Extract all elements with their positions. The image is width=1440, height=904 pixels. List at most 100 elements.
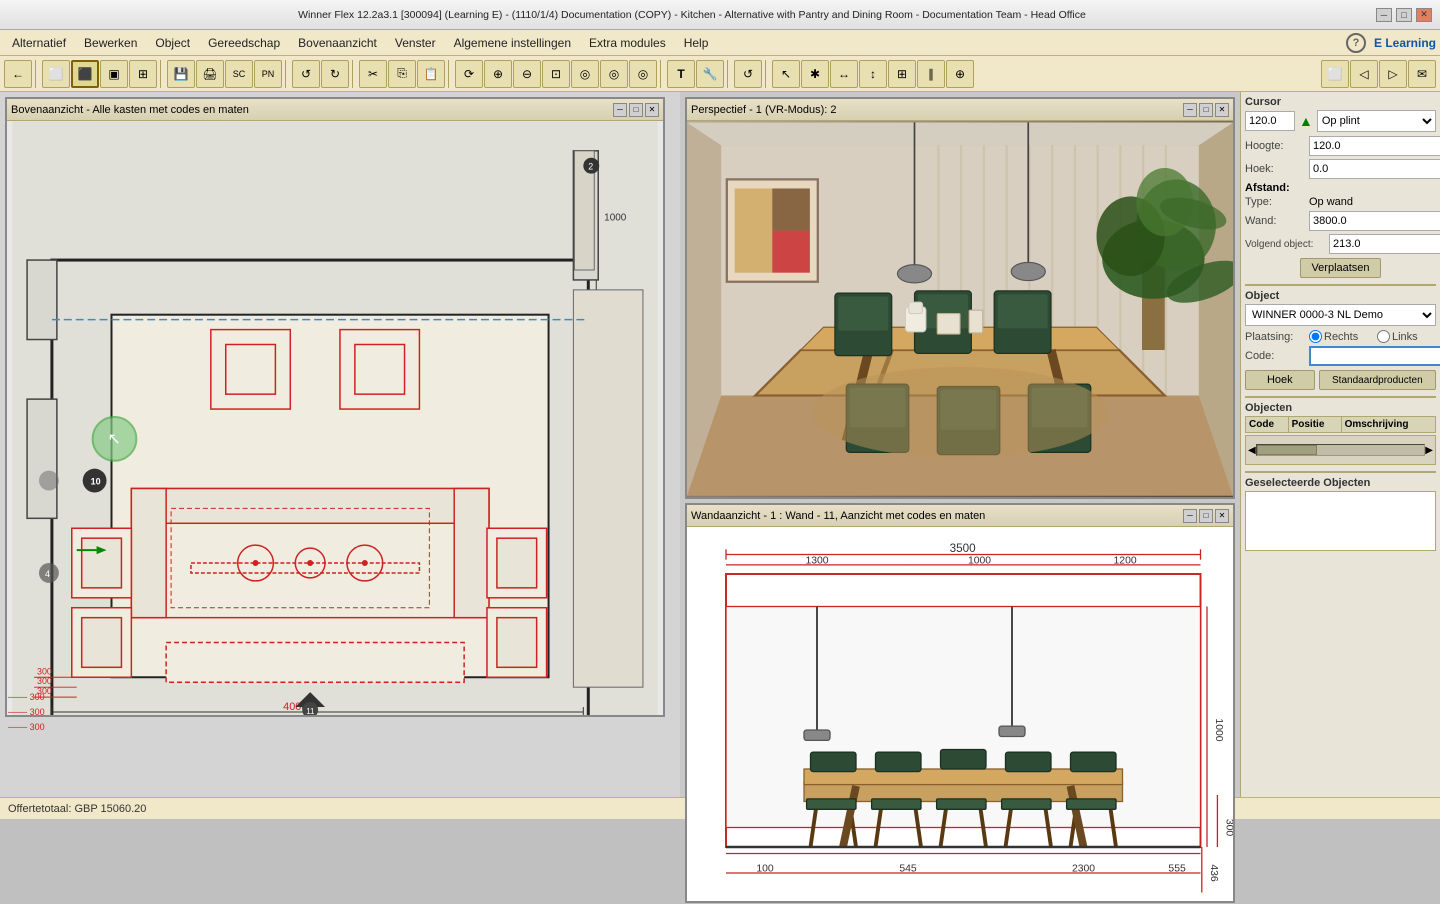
object-dropdown[interactable]: WINNER 0000-3 NL Demo	[1245, 304, 1436, 326]
select-btn[interactable]: ✱	[801, 60, 829, 88]
close-button[interactable]: ✕	[1416, 8, 1432, 22]
zoom-out-button[interactable]: ⊖	[513, 60, 541, 88]
undo-button[interactable]: ↺	[292, 60, 320, 88]
verplaatsen-button[interactable]: Verplaatsen	[1300, 258, 1380, 278]
hoek-button[interactable]: Hoek	[1245, 370, 1315, 390]
pn-button[interactable]: PN	[254, 60, 282, 88]
rechts-radio[interactable]	[1309, 330, 1322, 343]
scroll-right-icon[interactable]: ▶	[1425, 445, 1433, 456]
scroll-thumb[interactable]	[1257, 445, 1317, 455]
window-controls: ─ □ ✕	[1376, 8, 1432, 22]
hoek-input[interactable]	[1309, 159, 1440, 179]
perspective-canvas[interactable]	[687, 121, 1233, 497]
svg-text:4: 4	[45, 569, 50, 579]
menu-algemene-instellingen[interactable]: Algemene instellingen	[446, 33, 579, 53]
up-arrow-icon[interactable]: ▲	[1299, 113, 1313, 129]
links-radio-label[interactable]: Links	[1377, 330, 1437, 343]
floor-plan-canvas[interactable]: 1000 2700	[7, 121, 663, 715]
objecten-scrollbar[interactable]: ◀ ▶	[1245, 435, 1436, 465]
move-h-btn[interactable]: ↔	[830, 60, 858, 88]
zoom-fit-button[interactable]: ⊡	[542, 60, 570, 88]
wv-minimize[interactable]: ─	[1183, 509, 1197, 523]
tb-right3[interactable]: ▷	[1379, 60, 1407, 88]
fp-maximize[interactable]: □	[629, 103, 643, 117]
tb-btn-4[interactable]: ⊞	[129, 60, 157, 88]
rechts-radio-label[interactable]: Rechts	[1309, 330, 1369, 343]
cursor-direction-select[interactable]: Op plint Horizontaal Verticaal	[1317, 110, 1436, 132]
copy-button[interactable]: ⎘	[388, 60, 416, 88]
back-button[interactable]: ←	[4, 60, 32, 88]
scroll-left-icon[interactable]: ◀	[1248, 445, 1256, 456]
persp-minimize[interactable]: ─	[1183, 103, 1197, 117]
right-sidebar: Cursor ▲ Op plint Horizontaal Verticaal …	[1240, 92, 1440, 797]
tb-right1[interactable]: ⬜	[1321, 60, 1349, 88]
code-input[interactable]	[1309, 346, 1440, 366]
menu-extra-modules[interactable]: Extra modules	[581, 33, 674, 53]
wall-view-canvas[interactable]: 3500 1300 1000 1200 1000 300	[687, 527, 1233, 901]
divider-1	[1245, 284, 1436, 286]
tb-btn-3[interactable]: ▣	[100, 60, 128, 88]
persp-close[interactable]: ✕	[1215, 103, 1229, 117]
paste-button[interactable]: 📋	[417, 60, 445, 88]
wv-close[interactable]: ✕	[1215, 509, 1229, 523]
sep5	[448, 60, 452, 88]
tb-arrow1[interactable]: ↺	[734, 60, 762, 88]
menu-venster[interactable]: Venster	[387, 33, 444, 53]
tb-btn-2[interactable]: ⬛	[71, 60, 99, 88]
minimize-button[interactable]: ─	[1376, 8, 1392, 22]
text-button[interactable]: T	[667, 60, 695, 88]
tb-right4[interactable]: ✉	[1408, 60, 1436, 88]
wv-maximize[interactable]: □	[1199, 509, 1213, 523]
cursor-value-input[interactable]	[1245, 111, 1295, 131]
cursor-btn[interactable]: ↖	[772, 60, 800, 88]
menu-bewerken[interactable]: Bewerken	[76, 33, 145, 53]
parallel-btn[interactable]: ∥	[917, 60, 945, 88]
save-button[interactable]: 💾	[167, 60, 195, 88]
svg-text:2: 2	[588, 162, 593, 172]
tb-right2[interactable]: ◁	[1350, 60, 1378, 88]
zoom-in-button[interactable]: ⊕	[484, 60, 512, 88]
print-button[interactable]: 🖨	[196, 60, 224, 88]
help-icon[interactable]: ?	[1346, 33, 1366, 53]
scroll-track[interactable]	[1256, 444, 1426, 456]
cut-button[interactable]: ✂	[359, 60, 387, 88]
menu-object[interactable]: Object	[147, 33, 198, 53]
move-v-btn[interactable]: ↕	[859, 60, 887, 88]
elearning-label[interactable]: E Learning	[1374, 36, 1436, 50]
menu-help[interactable]: Help	[676, 33, 717, 53]
sc-button[interactable]: SC	[225, 60, 253, 88]
fp-close[interactable]: ✕	[645, 103, 659, 117]
menu-gereedschap[interactable]: Gereedschap	[200, 33, 288, 53]
settings-button[interactable]: 🔧	[696, 60, 724, 88]
tb-circle3[interactable]: ◎	[629, 60, 657, 88]
title-text: Winner Flex 12.2a3.1 [300094] (Learning …	[8, 9, 1376, 21]
col-positie: Positie	[1288, 417, 1341, 433]
svg-text:300: 300	[37, 676, 52, 686]
objecten-section: Objecten Code Positie Omschrijving ◀	[1245, 402, 1436, 465]
tb-circle1[interactable]: ◎	[571, 60, 599, 88]
fp-minimize[interactable]: ─	[613, 103, 627, 117]
links-radio[interactable]	[1377, 330, 1390, 343]
volgend-label: Volgend object:	[1245, 239, 1325, 250]
wall-view-window: Wandaanzicht - 1 : Wand - 11, Aanzicht m…	[685, 503, 1235, 903]
snap-btn[interactable]: ⊕	[946, 60, 974, 88]
plaatsing-label: Plaatsing:	[1245, 331, 1305, 343]
redo-button[interactable]: ↻	[321, 60, 349, 88]
divider-2	[1245, 396, 1436, 398]
menu-bovenaanzicht[interactable]: Bovenaanzicht	[290, 33, 385, 53]
persp-maximize[interactable]: □	[1199, 103, 1213, 117]
hoogte-label: Hoogte:	[1245, 140, 1305, 152]
wall-view-titlebar: Wandaanzicht - 1 : Wand - 11, Aanzicht m…	[687, 505, 1233, 527]
rotate-button[interactable]: ⟳	[455, 60, 483, 88]
grid-btn[interactable]: ⊞	[888, 60, 916, 88]
standaard-button[interactable]: Standaardproducten	[1319, 370, 1436, 390]
maximize-button[interactable]: □	[1396, 8, 1412, 22]
hoogte-input[interactable]	[1309, 136, 1440, 156]
tb-btn-1[interactable]: ⬜	[42, 60, 70, 88]
menu-alternatief[interactable]: Alternatief	[4, 33, 74, 53]
tb-circle2[interactable]: ◎	[600, 60, 628, 88]
volgend-input[interactable]	[1329, 234, 1440, 254]
sep7	[727, 60, 731, 88]
wand-input[interactable]	[1309, 211, 1440, 231]
floor-plan-window: Bovenaanzicht - Alle kasten met codes en…	[5, 97, 665, 717]
